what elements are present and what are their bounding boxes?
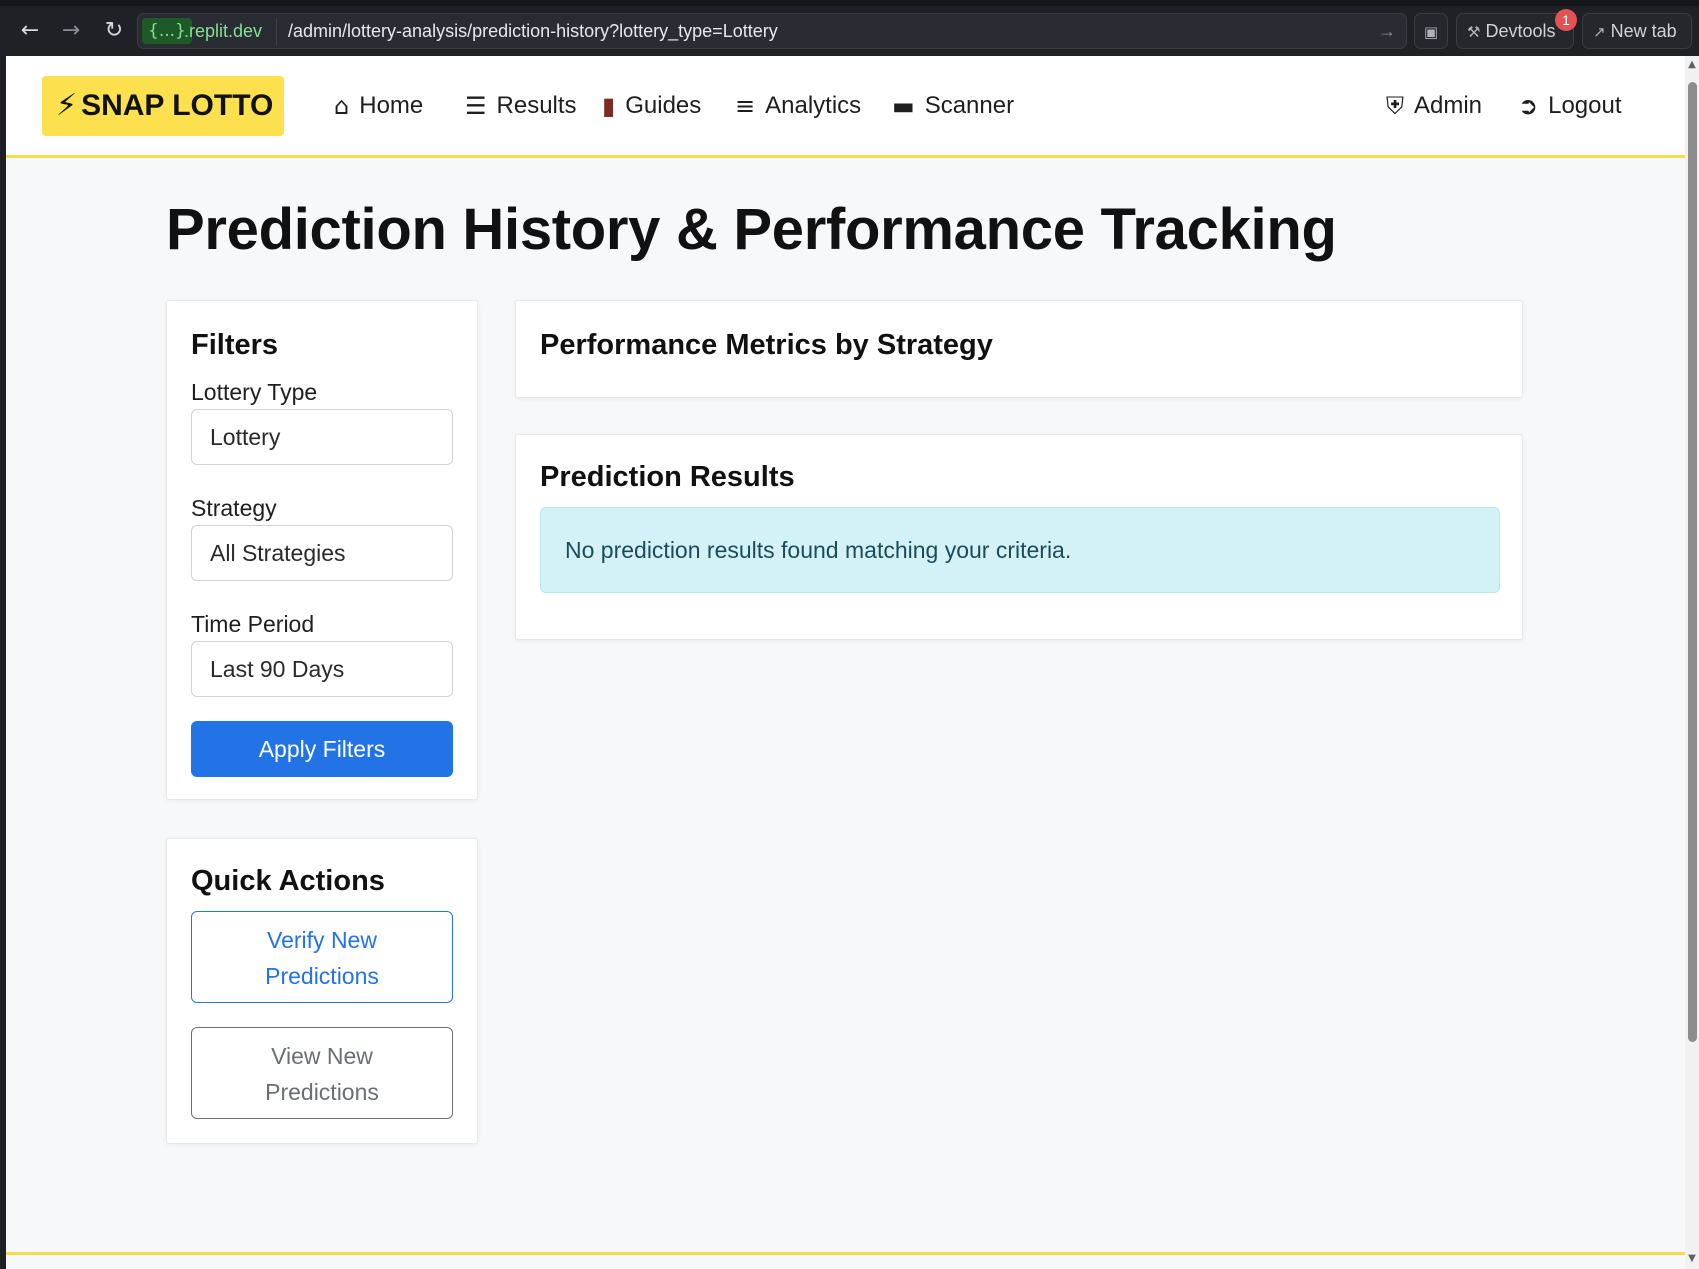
verify-new-predictions-button[interactable]: Verify New Predictions: [191, 911, 453, 1003]
strategy-select[interactable]: All Strategies: [191, 525, 453, 581]
view-line-1: View New: [271, 1043, 373, 1069]
bolt-icon: ⚡︎: [56, 88, 78, 123]
strategy-label: Strategy: [191, 495, 277, 521]
brand-logo[interactable]: ⚡︎ SNAP LOTTO: [42, 76, 284, 136]
address-bar[interactable]: {...} .replit.dev /admin/lottery-analysi…: [137, 13, 1407, 49]
nav-logout[interactable]: ➲ Logout: [1518, 86, 1622, 126]
new-tab-label: New tab: [1610, 21, 1677, 41]
external-link-icon: ↗: [1593, 23, 1606, 41]
performance-metrics-card: Performance Metrics by Strategy: [515, 300, 1523, 398]
nav-results-label: Results: [496, 92, 577, 119]
quick-actions-card: Quick Actions Verify New Predictions Vie…: [166, 838, 478, 1144]
view-line-2: Predictions: [265, 1079, 379, 1105]
verify-line-1: Verify New: [267, 927, 377, 953]
nav-guides-label: Guides: [625, 92, 702, 119]
new-tab-button[interactable]: ↗ New tab: [1582, 13, 1692, 49]
browser-chrome: ← → ↻ {...} .replit.dev /admin/lottery-a…: [0, 0, 1699, 56]
nav-scanner-label: Scanner: [924, 92, 1015, 119]
url-domain: .replit.dev: [184, 21, 263, 41]
nav-guides[interactable]: ▮ Guides: [602, 86, 701, 126]
nav-home-label: Home: [359, 92, 424, 119]
nav-analytics[interactable]: ≡ Analytics: [735, 86, 861, 126]
filters-card: Filters Lottery Type Lottery Strategy Al…: [166, 300, 478, 800]
apply-filters-button[interactable]: Apply Filters: [191, 721, 453, 777]
shield-icon: ⛨: [1386, 92, 1404, 120]
nav-scanner[interactable]: ▬ Scanner: [892, 86, 1014, 126]
brand-name: SNAP LOTTO: [81, 89, 274, 122]
scroll-up-icon[interactable]: ▲: [1687, 60, 1697, 70]
nav-analytics-label: Analytics: [765, 92, 862, 119]
forward-icon[interactable]: →: [57, 17, 85, 45]
nav-admin-label: Admin: [1414, 92, 1483, 119]
devtools-label: Devtools: [1485, 21, 1556, 41]
nav-results[interactable]: ☰ Results: [465, 86, 577, 126]
verify-line-2: Predictions: [265, 963, 379, 989]
footer-divider: [6, 1252, 1685, 1255]
tab-strip: [0, 0, 1699, 6]
list-icon: ☰: [465, 92, 487, 120]
empty-results-alert: No prediction results found matching you…: [540, 507, 1500, 593]
ticket-icon: ▬: [892, 92, 915, 120]
url-separator: [276, 18, 277, 46]
scroll-down-icon[interactable]: ▼: [1687, 1254, 1697, 1264]
view-new-predictions-button[interactable]: View New Predictions: [191, 1027, 453, 1119]
lottery-type-select[interactable]: Lottery: [191, 409, 453, 465]
page-title: Prediction History & Performance Trackin…: [166, 197, 1337, 262]
site-navbar: ⚡︎ SNAP LOTTO ⌂ Home ☰ Results ▮ Guides ≡ Ana…: [6, 56, 1685, 158]
reload-icon[interactable]: ↻: [100, 17, 128, 45]
filters-title: Filters: [191, 329, 279, 361]
back-icon[interactable]: ←: [16, 17, 44, 45]
home-icon: ⌂: [334, 92, 350, 120]
screen-icon[interactable]: ▣: [1414, 13, 1448, 49]
book-icon: ▮: [602, 92, 616, 120]
lottery-type-label: Lottery Type: [191, 379, 318, 405]
nav-logout-label: Logout: [1548, 92, 1622, 119]
time-period-label: Time Period: [191, 611, 315, 637]
page-scrollbar[interactable]: ▲ ▼: [1685, 56, 1699, 1269]
wrench-icon: ⚒: [1467, 23, 1481, 41]
scroll-thumb[interactable]: [1688, 82, 1697, 1042]
devtools-count-badge: 1: [1555, 9, 1577, 31]
prediction-results-card: Prediction Results No prediction results…: [515, 434, 1523, 640]
quick-actions-title: Quick Actions: [191, 865, 385, 897]
logout-icon: ➲: [1518, 92, 1539, 120]
prediction-results-title: Prediction Results: [540, 461, 795, 493]
url-path: /admin/lottery-analysis/prediction-histo…: [288, 21, 778, 41]
nav-admin[interactable]: ⛨ Admin: [1386, 86, 1482, 126]
go-arrow-icon[interactable]: →: [1378, 18, 1396, 44]
time-period-select[interactable]: Last 90 Days: [191, 641, 453, 697]
performance-metrics-title: Performance Metrics by Strategy: [540, 329, 993, 361]
page-viewport: ⚡︎ SNAP LOTTO ⌂ Home ☰ Results ▮ Guides ≡ Ana…: [6, 56, 1685, 1269]
chart-icon: ≡: [735, 92, 756, 120]
nav-home[interactable]: ⌂ Home: [334, 86, 423, 126]
